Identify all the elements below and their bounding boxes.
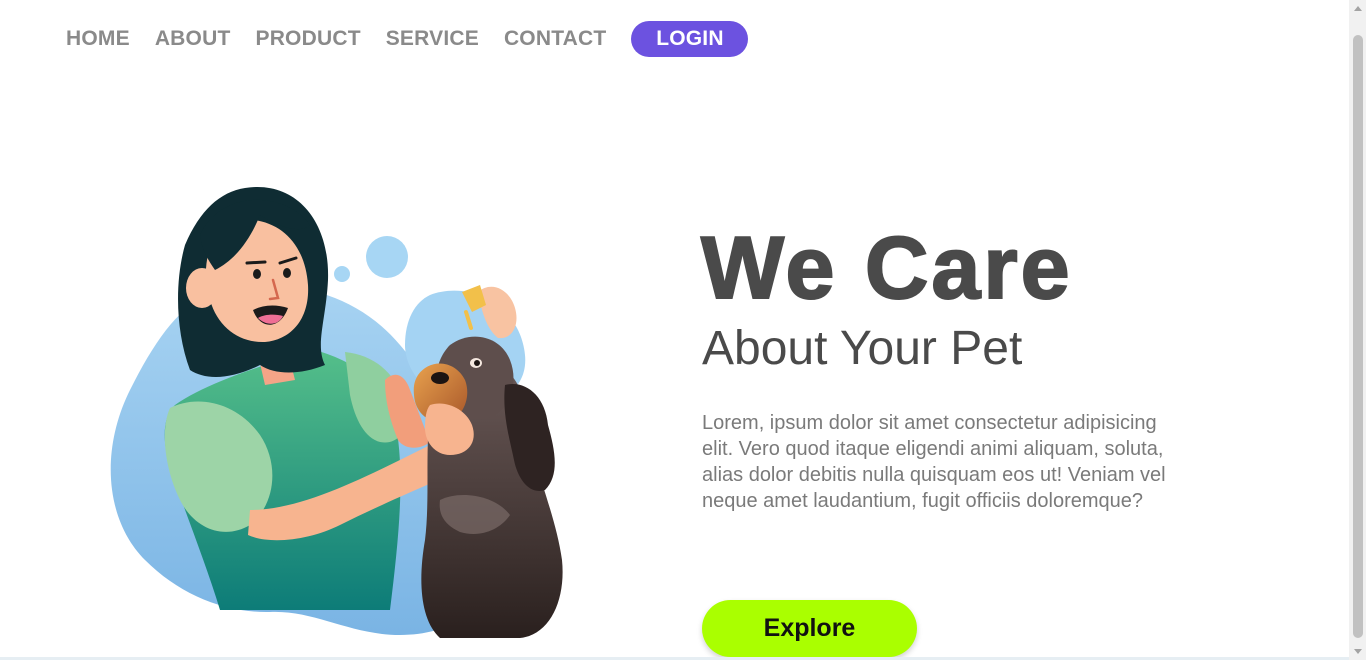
scroll-up-arrow-icon[interactable] bbox=[1354, 6, 1362, 11]
bubble-small-shape bbox=[334, 266, 350, 282]
nav-product[interactable]: PRODUCT bbox=[255, 21, 360, 57]
explore-button[interactable]: Explore bbox=[702, 600, 917, 657]
eye-left-shape bbox=[253, 269, 261, 279]
woman-dog-illustration-icon bbox=[110, 186, 563, 638]
bubble-large-shape bbox=[366, 236, 408, 278]
vertical-scrollbar[interactable] bbox=[1349, 0, 1366, 660]
main-nav: HOME ABOUT PRODUCT SERVICE CONTACT LOGIN bbox=[66, 21, 773, 57]
nav-home[interactable]: HOME bbox=[66, 21, 130, 57]
brow-left-shape bbox=[245, 260, 267, 265]
hero-title: We Care bbox=[700, 217, 1073, 318]
scroll-down-arrow-icon[interactable] bbox=[1354, 649, 1362, 654]
login-button[interactable]: LOGIN bbox=[631, 21, 749, 57]
hero-description: Lorem, ipsum dolor sit amet consectetur … bbox=[702, 412, 1166, 512]
pet-care-illustration bbox=[100, 180, 630, 650]
ear-shape bbox=[186, 268, 218, 308]
eye-right-shape bbox=[283, 268, 291, 278]
scrollbar-thumb[interactable] bbox=[1353, 35, 1363, 638]
nav-about[interactable]: ABOUT bbox=[155, 21, 231, 57]
hero-subtitle: About Your Pet bbox=[702, 322, 1023, 375]
dog-pupil-shape bbox=[474, 360, 480, 366]
dog-nose-shape bbox=[431, 372, 449, 384]
nav-contact[interactable]: CONTACT bbox=[504, 21, 607, 57]
nav-service[interactable]: SERVICE bbox=[386, 21, 479, 57]
